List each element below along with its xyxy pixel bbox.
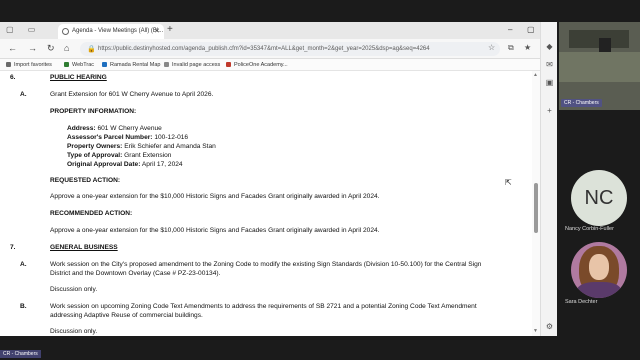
property-heading: PROPERTY INFORMATION: [50, 108, 137, 115]
extensions-icon[interactable]: ⧉ [508, 43, 514, 53]
globe-icon [62, 28, 69, 35]
requested-text: Approve a one-year extension for the $10… [50, 193, 380, 200]
police-icon [226, 62, 231, 67]
participant-name: Sara Dechter [565, 299, 598, 305]
sub-item-label: A. [20, 91, 27, 98]
add-sidebar-icon[interactable]: + [544, 106, 555, 117]
home-icon[interactable]: ⌂ [64, 43, 69, 53]
new-tab-button[interactable]: + [167, 24, 173, 35]
property-value: 100-12-016 [154, 134, 189, 141]
agenda-link[interactable]: Work session on upcoming Zoning Code Tex… [50, 303, 477, 310]
close-tab-icon[interactable]: ✕ [154, 27, 160, 35]
requested-heading: REQUESTED ACTION: [50, 177, 121, 184]
recommended-heading: RECOMMENDED ACTION: [50, 210, 133, 217]
refresh-icon[interactable]: ↻ [47, 43, 55, 54]
favorite-label: PoliceOne Academy... [234, 62, 288, 68]
url-text: https://public.destinyhosted.com/agenda_… [98, 46, 430, 52]
scroll-up-icon[interactable]: ▲ [533, 72, 538, 78]
sub-item-label: B. [20, 303, 27, 310]
favorite-import[interactable]: Import favorites [6, 62, 52, 68]
discussion-note: Discussion only. [50, 328, 98, 335]
shirt-shape [577, 282, 621, 298]
avatar: NC [571, 170, 627, 226]
minimize-icon[interactable]: – [508, 25, 512, 34]
sub-item-label: A. [20, 261, 27, 268]
participant-photo [571, 242, 627, 298]
section-title: GENERAL BUSINESS [50, 244, 118, 251]
property-label: Original Approval Date: [67, 161, 141, 168]
tab-agenda[interactable]: Agenda - View Meetings (All) (Bl... ✕ [58, 24, 164, 39]
title-bar: ▢ ▭ Agenda - View Meetings (All) (Bl... … [0, 22, 557, 39]
bottom-video-label: CR - Chambers [0, 350, 41, 358]
forward-icon[interactable]: → [28, 43, 37, 53]
back-icon[interactable]: ← [8, 43, 17, 53]
scroll-thumb[interactable] [534, 183, 538, 233]
favorite-label: Import favorites [14, 62, 52, 68]
meeting-stage: ▢ ▭ Agenda - View Meetings (All) (Bl... … [0, 0, 640, 360]
property-row: Type of Approval: Grant Extension [67, 152, 171, 159]
favorite-label: Ramada Rental Map [110, 62, 161, 68]
item-number: 6. [10, 74, 16, 81]
mouse-cursor-icon: ⇱ [505, 178, 512, 187]
property-value: 601 W Cherry Avenue [97, 125, 162, 132]
property-row: Property Owners: Erik Schiefer and Amand… [67, 143, 216, 150]
item-number: 7. [10, 244, 16, 251]
agenda-link[interactable]: Work session on the City's proposed amen… [50, 261, 481, 268]
recommended-text: Approve a one-year extension for the $10… [50, 227, 380, 234]
property-label: Property Owners: [67, 143, 123, 150]
tab-title: Agenda - View Meetings (All) (Bl... [72, 28, 164, 34]
face-shape [589, 254, 609, 280]
office-icon[interactable]: ▣ [544, 78, 555, 89]
map-icon [102, 62, 107, 67]
agenda-link[interactable]: Grant Extension for 601 W Cherry Avenue … [50, 91, 213, 98]
participant-name: Nancy Corbin-Fuller [565, 226, 614, 232]
maximize-icon[interactable]: ▢ [527, 25, 535, 34]
property-row: Assessor's Parcel Number: 100-12-016 [67, 134, 188, 141]
copilot-icon[interactable]: ◆ [544, 42, 555, 53]
chamber-person [599, 38, 611, 52]
favorite-label: WebTrac [72, 62, 95, 68]
chambers-video [559, 22, 640, 110]
page-icon [164, 62, 169, 67]
property-value: Erik Schiefer and Amanda Stan [124, 143, 216, 150]
vertical-scrollbar[interactable]: ▲ ▼ [532, 71, 540, 336]
video-label: CR - Chambers [561, 99, 602, 107]
favorite-ramada[interactable]: Ramada Rental Map [102, 62, 160, 68]
favorite-invalid[interactable]: Invalid page access [164, 62, 220, 68]
agenda-link[interactable]: District and the Downtown Overlay (Case … [50, 270, 220, 277]
discussion-note: Discussion only. [50, 286, 98, 293]
favorites-icon[interactable]: ★ [524, 43, 531, 52]
property-label: Type of Approval: [67, 152, 123, 159]
import-icon [6, 62, 11, 67]
chamber-desk [559, 52, 640, 82]
property-value: Grant Extension [124, 152, 172, 159]
agenda-link[interactable]: addressing Adaptive Reuse of commercial … [50, 312, 203, 319]
scroll-down-icon[interactable]: ▼ [533, 328, 538, 334]
outlook-icon[interactable]: ✉ [544, 60, 555, 71]
browser-sidebar: ◆ ✉ ▣ + ⚙ [540, 22, 557, 336]
address-bar[interactable]: 🔒 https://public.destinyhosted.com/agend… [80, 42, 500, 56]
property-value: April 17, 2024 [141, 161, 183, 168]
window-menu-icons[interactable]: ▢ ▭ [6, 25, 41, 34]
favorites-bar: Import favorites WebTrac Ramada Rental M… [0, 59, 557, 71]
section-title: PUBLIC HEARING [50, 74, 107, 81]
favorite-policeone[interactable]: PoliceOne Academy... [226, 62, 288, 68]
lock-icon: 🔒 [87, 46, 96, 53]
property-label: Address: [67, 125, 96, 132]
property-row: Address: 601 W Cherry Avenue [67, 125, 162, 132]
star-icon[interactable]: ☆ [488, 43, 495, 52]
property-label: Assessor's Parcel Number: [67, 134, 153, 141]
webtrac-icon [64, 62, 69, 67]
favorite-webtrac[interactable]: WebTrac [64, 62, 94, 68]
property-row: Original Approval Date: April 17, 2024 [67, 161, 183, 168]
agenda-content: 6. PUBLIC HEARING A. Grant Extension for… [0, 71, 540, 336]
navigation-bar: ← → ↻ ⌂ 🔒 https://public.destinyhosted.c… [0, 39, 557, 59]
settings-icon[interactable]: ⚙ [544, 322, 555, 333]
favorite-label: Invalid page access [172, 62, 221, 68]
